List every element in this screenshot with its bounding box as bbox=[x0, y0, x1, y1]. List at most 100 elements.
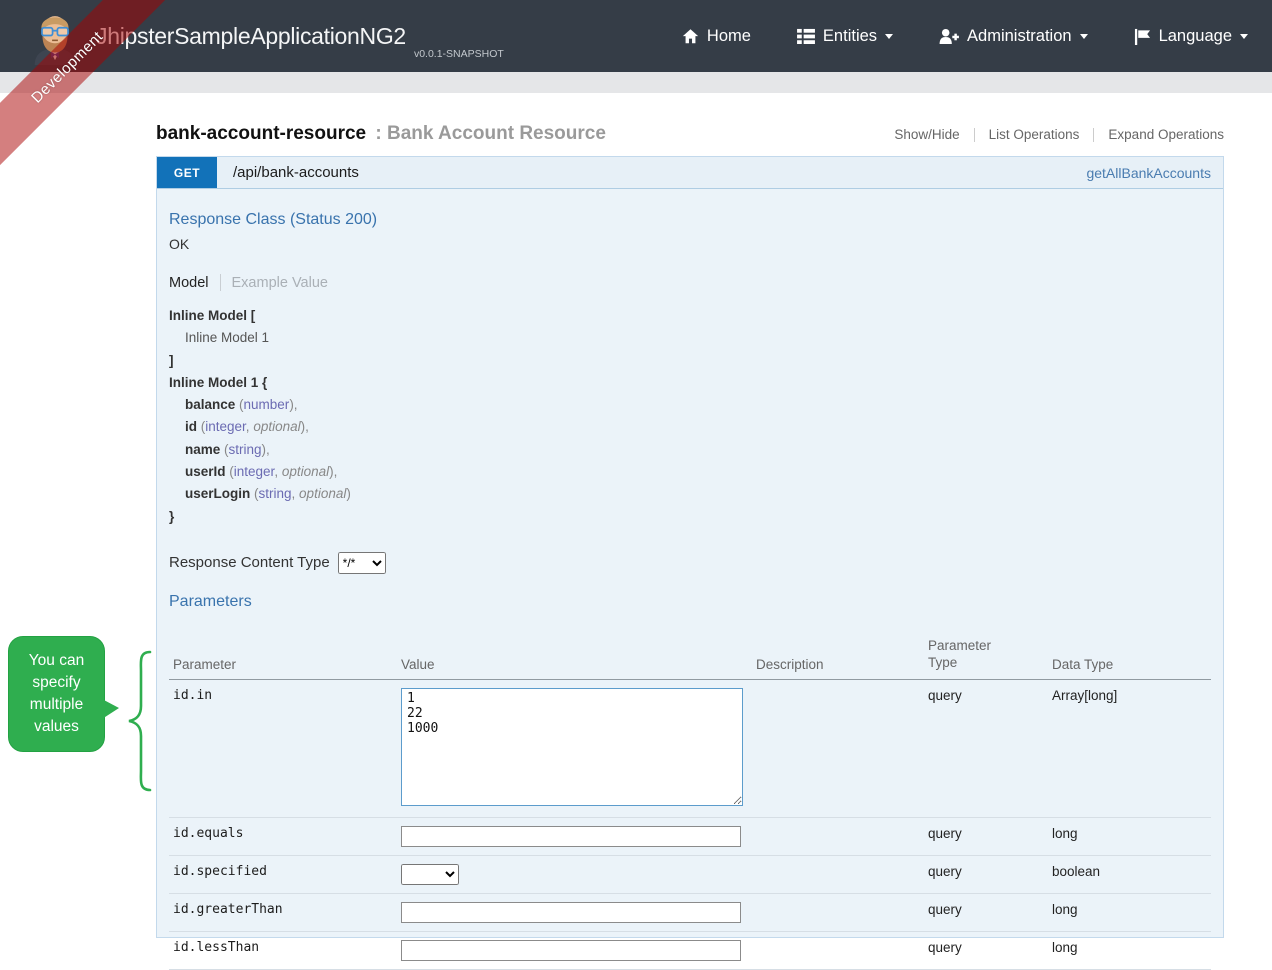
nav-label: Home bbox=[707, 27, 751, 46]
nav-label: Administration bbox=[967, 27, 1072, 46]
id.lessThan-input[interactable] bbox=[401, 940, 741, 961]
tab-model[interactable]: Model bbox=[169, 275, 209, 291]
divider bbox=[974, 128, 975, 142]
schema-line: userId (integer, optional), bbox=[169, 461, 1211, 483]
parameter-description bbox=[752, 679, 924, 817]
multiple-values-tooltip: You can specify multiple values bbox=[8, 636, 105, 752]
schema-line: Inline Model 1 { bbox=[169, 372, 1211, 394]
user-plus-icon bbox=[939, 28, 959, 45]
tooltip-tail bbox=[102, 699, 119, 719]
main-nav: Home Entities Administration bbox=[682, 27, 1248, 46]
chevron-down-icon bbox=[1080, 34, 1088, 43]
app-version: v0.0.1-SNAPSHOT bbox=[414, 48, 504, 65]
jhipster-avatar-icon bbox=[26, 7, 84, 65]
http-method-badge[interactable]: GET bbox=[157, 157, 217, 188]
tab-example-value[interactable]: Example Value bbox=[232, 275, 328, 291]
parameter-type: query bbox=[924, 817, 1048, 855]
data-type: long bbox=[1048, 817, 1211, 855]
schema-line: } bbox=[169, 506, 1211, 528]
resource-description: : Bank Account Resource bbox=[375, 123, 606, 144]
table-row: id.greaterThan querylong bbox=[169, 893, 1211, 931]
operation-nickname-link[interactable]: getAllBankAccounts bbox=[1086, 165, 1211, 181]
nav-item-entities[interactable]: Entities bbox=[797, 27, 893, 46]
list-operations-link[interactable]: List Operations bbox=[989, 127, 1080, 142]
parameter-value-cell bbox=[397, 817, 752, 855]
divider bbox=[220, 274, 221, 291]
app-title: JhipsterSampleApplicationNG2 bbox=[96, 23, 406, 50]
tooltip-text: You can specify multiple values bbox=[29, 652, 84, 735]
col-value: Value bbox=[397, 632, 752, 679]
operation-content: Response Class (Status 200) OK Model Exa… bbox=[157, 189, 1223, 937]
response-content-type-label: Response Content Type bbox=[169, 554, 330, 571]
parameter-name: id.specified bbox=[169, 855, 397, 893]
nav-item-administration[interactable]: Administration bbox=[939, 27, 1088, 46]
swagger-content: bank-account-resource : Bank Account Res… bbox=[156, 93, 1224, 938]
parameter-description bbox=[752, 817, 924, 855]
show-hide-link[interactable]: Show/Hide bbox=[894, 127, 959, 142]
list-icon bbox=[797, 28, 815, 44]
expand-operations-link[interactable]: Expand Operations bbox=[1108, 127, 1224, 142]
parameter-type: query bbox=[924, 679, 1048, 817]
get-operation-panel: GET /api/bank-accounts getAllBankAccount… bbox=[156, 156, 1224, 938]
parameter-name: id.lessThan bbox=[169, 931, 397, 969]
flag-icon bbox=[1134, 28, 1151, 45]
parameters-table: Parameter Value Description Parameter Ty… bbox=[169, 632, 1211, 970]
parameter-description bbox=[752, 855, 924, 893]
parameter-description bbox=[752, 931, 924, 969]
col-parameter-type: Parameter Type bbox=[924, 632, 1048, 679]
data-type: long bbox=[1048, 931, 1211, 969]
resource-links: Show/Hide List Operations Expand Operati… bbox=[894, 127, 1224, 142]
page-title: bank-account-resource : Bank Account Res… bbox=[156, 123, 606, 145]
subnav-band bbox=[0, 72, 1272, 93]
parameter-type: query bbox=[924, 855, 1048, 893]
id.specified-select[interactable] bbox=[401, 864, 459, 885]
resource-header: bank-account-resource : Bank Account Res… bbox=[156, 93, 1224, 156]
table-row: id.lessThan querylong bbox=[169, 931, 1211, 969]
parameter-value-cell bbox=[397, 931, 752, 969]
response-content-type-select[interactable]: */* bbox=[338, 552, 386, 574]
response-status-text: OK bbox=[169, 236, 1211, 252]
model-tabs: Model Example Value bbox=[169, 274, 1211, 291]
schema-line: name (string), bbox=[169, 439, 1211, 461]
nav-item-home[interactable]: Home bbox=[682, 27, 751, 46]
parameter-type: query bbox=[924, 931, 1048, 969]
brand[interactable]: JhipsterSampleApplicationNG2 v0.0.1-SNAP… bbox=[26, 7, 504, 65]
table-row: id.in queryArray[long] bbox=[169, 679, 1211, 817]
schema-line: Inline Model 1 bbox=[169, 327, 1211, 349]
divider bbox=[1093, 128, 1094, 142]
data-type: boolean bbox=[1048, 855, 1211, 893]
parameter-value-cell bbox=[397, 855, 752, 893]
navbar: JhipsterSampleApplicationNG2 v0.0.1-SNAP… bbox=[0, 0, 1272, 72]
id.greaterThan-input[interactable] bbox=[401, 902, 741, 923]
chevron-down-icon bbox=[1240, 34, 1248, 43]
parameter-type: query bbox=[924, 893, 1048, 931]
col-description: Description bbox=[752, 632, 924, 679]
id.in-textarea[interactable] bbox=[401, 688, 743, 806]
annotation-brace bbox=[124, 650, 154, 792]
schema-line: balance (number), bbox=[169, 394, 1211, 416]
resource-id: bank-account-resource bbox=[156, 123, 366, 144]
table-row: id.specified queryboolean bbox=[169, 855, 1211, 893]
home-icon bbox=[682, 28, 699, 45]
chevron-down-icon bbox=[885, 34, 893, 43]
data-type: long bbox=[1048, 893, 1211, 931]
operation-heading[interactable]: GET /api/bank-accounts getAllBankAccount… bbox=[157, 157, 1223, 189]
operation-path[interactable]: /api/bank-accounts bbox=[233, 164, 359, 181]
id.equals-input[interactable] bbox=[401, 826, 741, 847]
parameter-value-cell bbox=[397, 893, 752, 931]
table-row: id.equalsquerylong bbox=[169, 817, 1211, 855]
schema-line: userLogin (string, optional) bbox=[169, 483, 1211, 505]
nav-item-language[interactable]: Language bbox=[1134, 27, 1248, 46]
parameter-name: id.in bbox=[169, 679, 397, 817]
parameter-name: id.greaterThan bbox=[169, 893, 397, 931]
nav-label: Entities bbox=[823, 27, 877, 46]
schema-line: id (integer, optional), bbox=[169, 416, 1211, 438]
nav-label: Language bbox=[1159, 27, 1232, 46]
parameter-value-cell bbox=[397, 679, 752, 817]
data-type: Array[long] bbox=[1048, 679, 1211, 817]
col-parameter: Parameter bbox=[169, 632, 397, 679]
parameter-description bbox=[752, 893, 924, 931]
parameters-header-row: Parameter Value Description Parameter Ty… bbox=[169, 632, 1211, 679]
schema-line: Inline Model [ bbox=[169, 305, 1211, 327]
model-schema: Inline Model [Inline Model 1]Inline Mode… bbox=[169, 305, 1211, 528]
